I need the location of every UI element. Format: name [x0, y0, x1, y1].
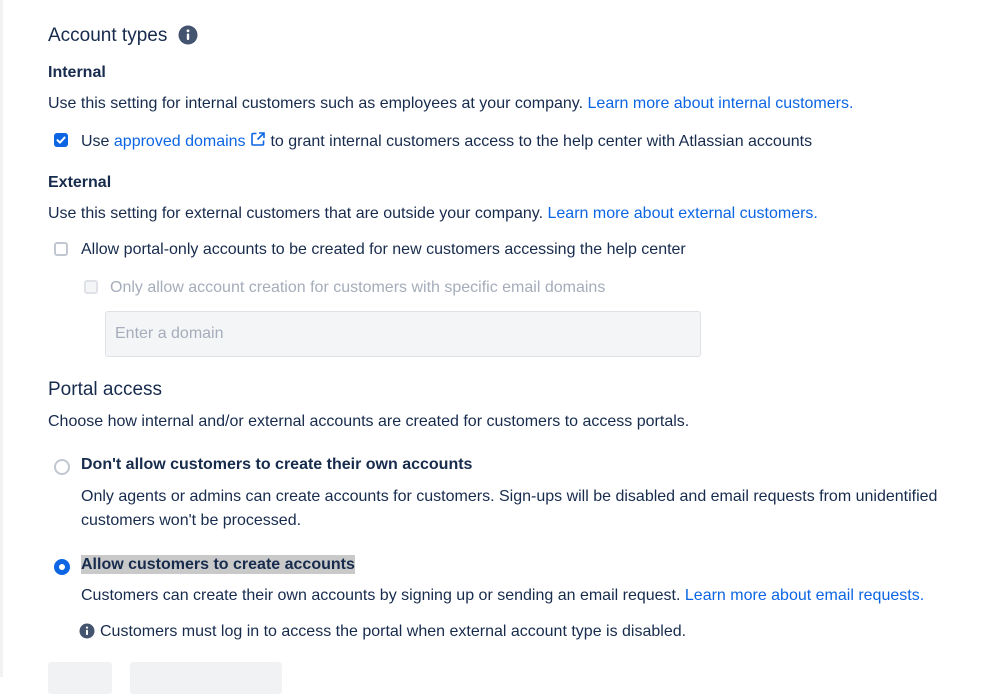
- internal-heading: Internal: [48, 64, 106, 81]
- internal-description: Use this setting for internal customers …: [48, 95, 584, 112]
- allow-create-description-line: Customers can create their own accounts …: [81, 587, 924, 605]
- learn-more-internal-link[interactable]: Learn more about internal customers.: [588, 95, 854, 112]
- approved-domains-prefix: Use: [81, 133, 110, 150]
- allow-create-radio[interactable]: [54, 559, 70, 575]
- external-link-icon[interactable]: [250, 131, 266, 152]
- learn-more-email-link[interactable]: Learn more about email requests.: [685, 587, 924, 604]
- portal-access-description: Choose how internal and/or external acco…: [48, 413, 690, 430]
- specific-domains-checkbox[interactable]: [84, 280, 98, 294]
- account-types-heading: Account types: [48, 25, 168, 46]
- left-border: [0, 0, 3, 677]
- internal-description-line: Use this setting for internal customers …: [48, 95, 853, 113]
- allow-create-label-text: Allow customers to create accounts: [81, 555, 355, 574]
- external-heading: External: [48, 174, 112, 191]
- approved-domains-link[interactable]: approved domains: [114, 133, 246, 150]
- learn-more-external-link[interactable]: Learn more about external customers.: [548, 205, 818, 222]
- allow-create-label[interactable]: Allow customers to create accounts: [81, 555, 355, 574]
- portal-access-heading: Portal access: [48, 379, 163, 400]
- portal-only-checkbox[interactable]: [54, 242, 68, 256]
- allow-create-description: Customers can create their own accounts …: [81, 587, 681, 604]
- dont-allow-label[interactable]: Don't allow customers to create their ow…: [81, 456, 472, 474]
- portal-only-label: Allow portal-only accounts to be created…: [81, 241, 686, 258]
- info-icon: [79, 623, 95, 644]
- domain-input[interactable]: [105, 311, 701, 357]
- external-description: Use this setting for external customers …: [48, 205, 544, 222]
- portal-note: Customers must log in to access the port…: [100, 623, 687, 640]
- external-description-line: Use this setting for external customers …: [48, 205, 818, 223]
- info-icon[interactable]: [178, 25, 198, 50]
- discard-button[interactable]: [130, 662, 282, 694]
- approved-domains-label: Use approved domains to grant internal c…: [81, 131, 812, 152]
- save-button[interactable]: [48, 662, 112, 694]
- dont-allow-radio[interactable]: [54, 459, 70, 475]
- dont-allow-description: Only agents or admins can create account…: [81, 488, 938, 529]
- specific-domains-label: Only allow account creation for customer…: [110, 279, 606, 296]
- approved-domains-checkbox[interactable]: [54, 133, 68, 147]
- approved-domains-suffix: to grant internal customers access to th…: [270, 133, 813, 150]
